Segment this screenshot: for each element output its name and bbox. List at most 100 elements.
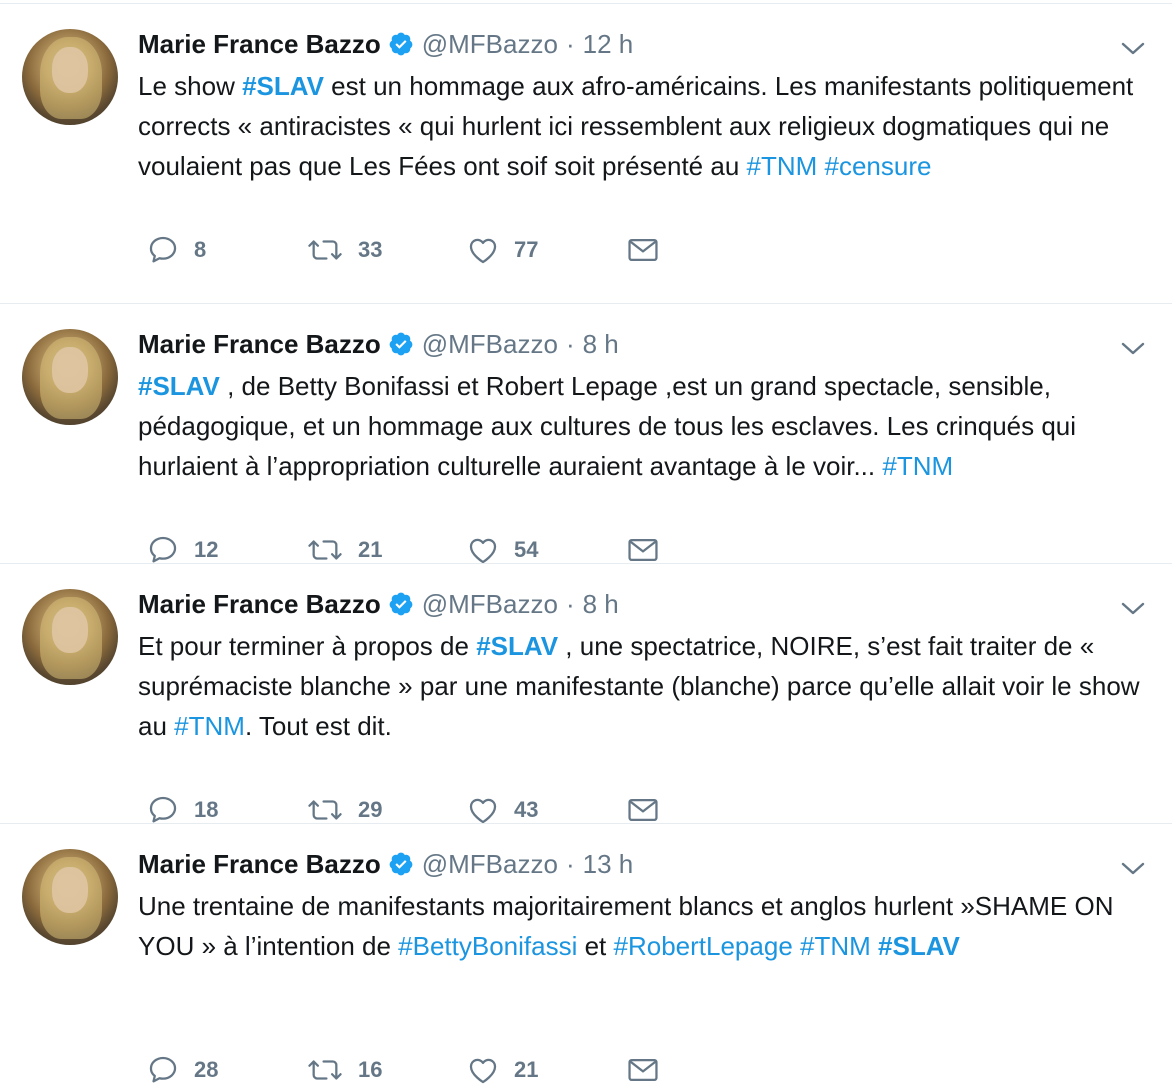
author-name[interactable]: Marie France Bazzo [138,849,381,880]
hashtag-link[interactable]: #RobertLepage [614,931,793,961]
envelope-icon [628,1058,658,1082]
reply-icon [149,796,177,823]
retweet-icon [308,240,342,260]
retweet-icon [308,800,342,820]
heart-icon [469,538,497,564]
hashtag-link[interactable]: #TNM [882,451,953,481]
tweet-actions: 28 16 21 [146,1052,660,1088]
reply-button[interactable]: 18 [146,793,306,827]
like-button[interactable]: 21 [466,1053,626,1087]
avatar[interactable] [22,589,118,685]
separator-dot: · [565,848,575,879]
tweet[interactable]: Marie France Bazzo @MFBazzo · 8 h Et pou… [0,563,1172,824]
separator-dot: · [565,588,575,619]
tweet-text-segment: Le show [138,71,243,101]
direct-message-button[interactable] [626,793,660,827]
hashtag-link[interactable]: #SLAV [242,71,324,101]
like-count: 21 [514,1057,539,1082]
direct-message-button[interactable] [626,1053,660,1087]
author-handle[interactable]: @MFBazzo [422,849,558,880]
tweet-header: Marie France Bazzo @MFBazzo · 8 h [138,324,619,364]
verified-badge-icon [389,852,413,876]
hashtag-link[interactable]: #SLAV [476,631,558,661]
like-count: 43 [514,797,539,822]
tweet-header: Marie France Bazzo @MFBazzo · 12 h [138,24,633,64]
author-name[interactable]: Marie France Bazzo [138,29,381,60]
retweet-count: 21 [358,537,383,562]
like-button[interactable]: 43 [466,793,626,827]
reply-button[interactable]: 12 [146,533,306,567]
tweet-text-segment: . Tout est dit. [244,711,392,741]
timestamp[interactable]: 13 h [583,849,634,880]
direct-message-button[interactable] [626,233,660,267]
hashtag-link[interactable]: #censure [825,151,932,181]
tweet-text: Et pour terminer à propos de #SLAV , une… [138,626,1148,746]
reply-count: 18 [194,797,219,822]
avatar[interactable] [22,29,118,125]
hashtag-link[interactable]: #SLAV [138,371,220,401]
chevron-down-icon[interactable] [1120,38,1146,58]
tweet-feed: Marie France Bazzo @MFBazzo · 12 h Le sh… [0,0,1172,1084]
verified-badge-icon [389,32,413,56]
author-name[interactable]: Marie France Bazzo [138,329,381,360]
retweet-button[interactable]: 33 [306,233,466,267]
reply-icon [149,1056,177,1083]
chevron-down-icon[interactable] [1120,598,1146,618]
tweet-header: Marie France Bazzo @MFBazzo · 13 h [138,844,633,884]
hashtag-link[interactable]: #TNM [747,151,818,181]
author-handle[interactable]: @MFBazzo [422,329,558,360]
like-button[interactable]: 77 [466,233,626,267]
envelope-icon [628,798,658,822]
tweet-actions: 8 33 77 [146,232,660,268]
heart-icon [469,1058,497,1084]
tweet[interactable]: Marie France Bazzo @MFBazzo · 12 h Le sh… [0,3,1172,264]
tweet[interactable]: Marie France Bazzo @MFBazzo · 8 h #SLAV … [0,303,1172,564]
chevron-down-icon[interactable] [1120,338,1146,358]
chevron-down-icon[interactable] [1120,858,1146,878]
envelope-icon [628,238,658,262]
heart-icon [469,798,497,824]
tweet-text-segment [793,931,800,961]
author-handle[interactable]: @MFBazzo [422,29,558,60]
hashtag-link[interactable]: #BettyBonifassi [398,931,577,961]
heart-icon [469,238,497,264]
retweet-button[interactable]: 16 [306,1053,466,1087]
reply-count: 8 [194,237,207,262]
author-handle[interactable]: @MFBazzo [422,589,558,620]
retweet-button[interactable]: 29 [306,793,466,827]
tweet-text: Le show #SLAV est un hommage aux afro-am… [138,66,1148,186]
tweet-text-segment: Et pour terminer à propos de [138,631,477,661]
verified-badge-icon [389,332,413,356]
separator-dot: · [565,28,575,59]
reply-icon [149,536,177,563]
verified-badge-icon [389,592,413,616]
retweet-icon [308,1060,342,1080]
hashtag-link[interactable]: #SLAV [878,931,960,961]
tweet-text-segment [871,931,878,961]
hashtag-link[interactable]: #TNM [800,931,871,961]
tweet[interactable]: Marie France Bazzo @MFBazzo · 13 h Une t… [0,823,1172,1084]
like-button[interactable]: 54 [466,533,626,567]
timestamp[interactable]: 8 h [583,589,619,620]
retweet-count: 16 [358,1057,383,1082]
avatar[interactable] [22,329,118,425]
envelope-icon [628,538,658,562]
separator-dot: · [565,328,575,359]
hashtag-link[interactable]: #TNM [174,711,245,741]
reply-button[interactable]: 28 [146,1053,306,1087]
author-name[interactable]: Marie France Bazzo [138,589,381,620]
timestamp[interactable]: 12 h [583,29,634,60]
reply-icon [149,236,177,263]
avatar[interactable] [22,849,118,945]
retweet-count: 29 [358,797,383,822]
tweet-text-segment [817,151,824,181]
retweet-count: 33 [358,237,383,262]
reply-count: 12 [194,537,219,562]
tweet-header: Marie France Bazzo @MFBazzo · 8 h [138,584,619,624]
timestamp[interactable]: 8 h [583,329,619,360]
direct-message-button[interactable] [626,533,660,567]
tweet-text: Une trentaine de manifestants majoritair… [138,886,1148,966]
reply-button[interactable]: 8 [146,233,306,267]
retweet-button[interactable]: 21 [306,533,466,567]
like-count: 54 [514,537,539,562]
